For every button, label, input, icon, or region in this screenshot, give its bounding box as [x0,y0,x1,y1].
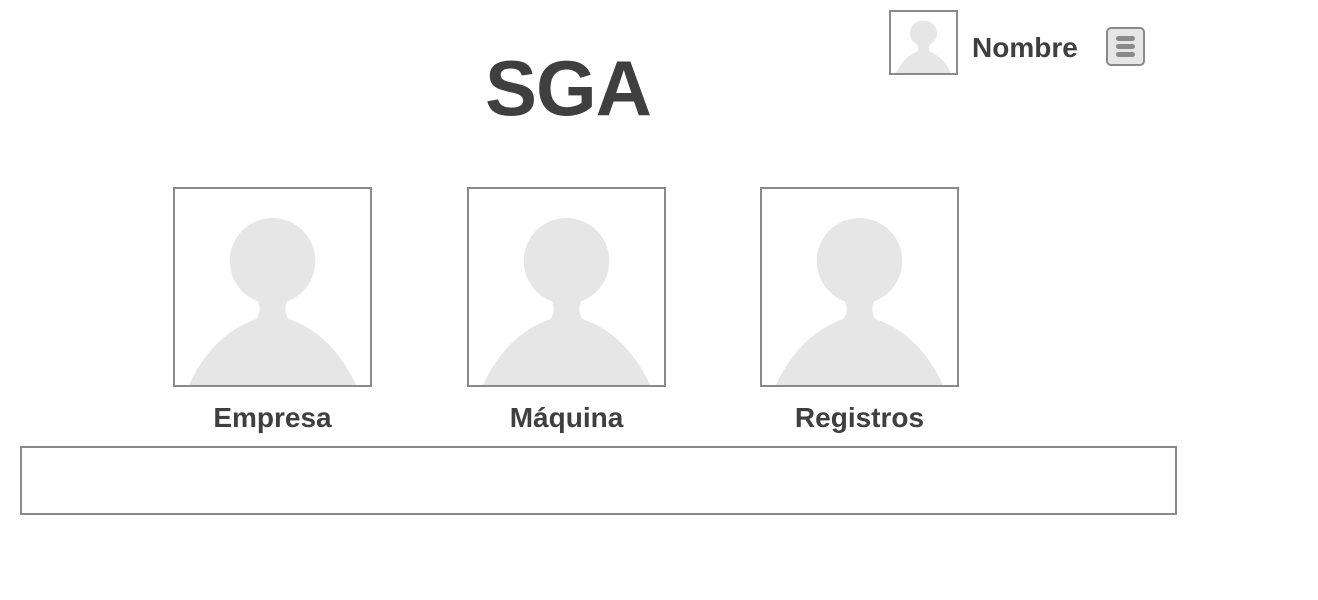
tile-registros[interactable] [760,187,959,387]
user-name[interactable]: Nombre [972,30,1078,66]
tile-label-maquina[interactable]: Máquina [467,400,666,436]
content-panel [20,446,1177,515]
tile-maquina[interactable] [467,187,666,387]
tile-label-empresa[interactable]: Empresa [173,400,372,436]
user-placeholder-icon [896,20,951,73]
user-placeholder-icon [482,218,651,385]
page: SGA Nombre Empresa Máquina Registros [0,0,1318,600]
user-placeholder-icon [188,218,357,385]
user-avatar[interactable] [889,10,958,75]
tile-label-registros[interactable]: Registros [760,400,959,436]
user-placeholder-icon [775,218,944,385]
app-title: SGA [484,44,652,132]
tile-empresa[interactable] [173,187,372,387]
menu-button[interactable] [1106,27,1145,66]
